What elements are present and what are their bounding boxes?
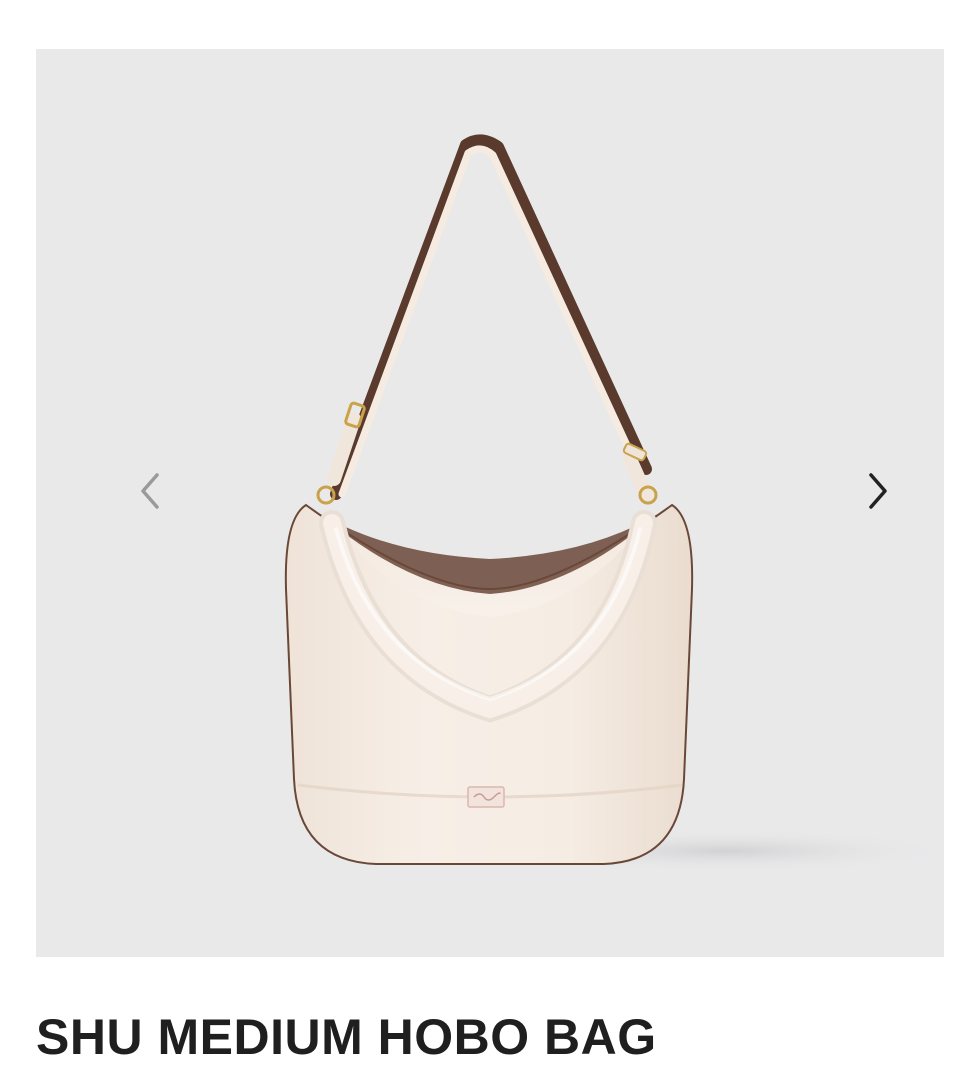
next-image-button[interactable] [856,469,900,513]
product-image-gallery [36,49,944,957]
chevron-right-icon [869,473,887,509]
product-image [284,134,944,873]
chevron-left-icon [141,473,159,509]
product-title: SHU MEDIUM HOBO BAG [36,1009,657,1065]
shoulder-strap [310,134,668,549]
brand-logo-patch [467,786,505,808]
previous-image-button[interactable] [128,469,172,513]
